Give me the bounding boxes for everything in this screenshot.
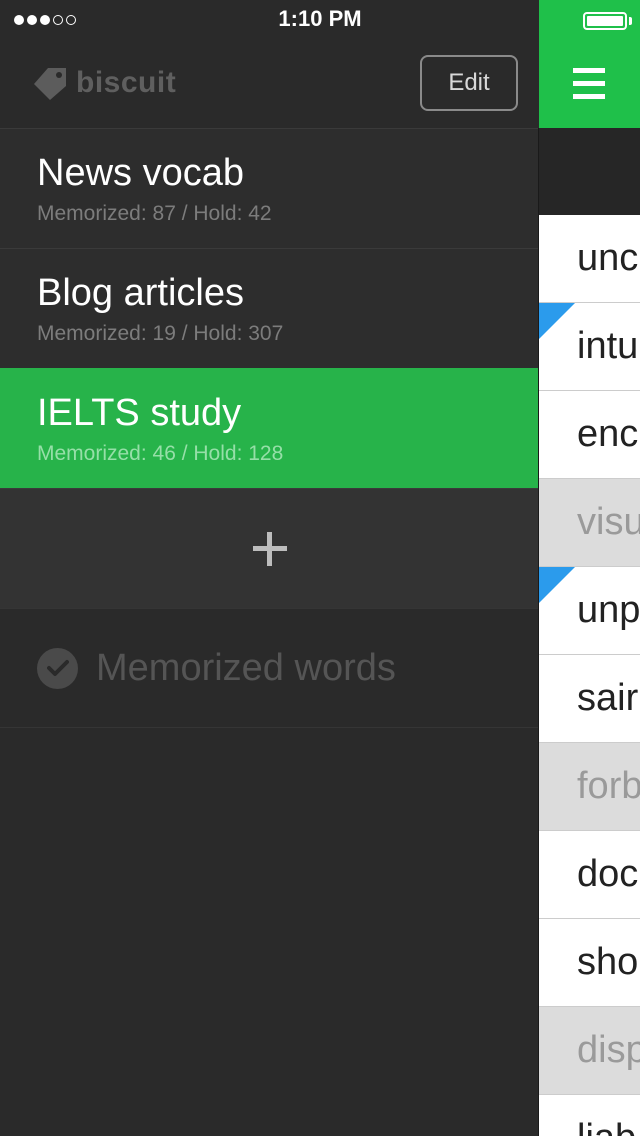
word-row[interactable]: forb (539, 743, 640, 831)
signal-dot (66, 15, 76, 25)
deck-name: News vocab (37, 152, 244, 194)
hamburger-menu-icon[interactable] (573, 68, 605, 100)
word-list: unc intu enc visu unp sair forb doc sho disp liab (539, 215, 640, 1136)
deck-stats: Memorized: 19 / Hold: 307 (37, 322, 284, 345)
check-circle-icon (37, 647, 78, 689)
main-content-peek[interactable]: unc intu enc visu unp sair forb doc sho disp liab (539, 0, 640, 1136)
word-text: visu (577, 501, 640, 543)
flag-corner-icon (539, 303, 575, 339)
flag-corner-icon (539, 567, 575, 603)
drawer-divider (538, 128, 539, 1136)
word-text: enc (577, 413, 639, 455)
word-row[interactable]: sair (539, 655, 640, 743)
word-text: sho (577, 941, 639, 983)
word-text: doc (577, 853, 639, 895)
word-text: unp (577, 589, 640, 631)
word-row[interactable]: unc (539, 215, 640, 303)
memorized-words-label: Memorized words (96, 646, 396, 689)
word-text: intu (577, 325, 639, 367)
plus-icon (252, 531, 287, 566)
battery-level (587, 16, 623, 26)
word-row[interactable]: enc (539, 391, 640, 479)
add-deck-button[interactable] (0, 488, 539, 608)
word-text: liab (577, 1117, 636, 1136)
deck-item-blog-articles[interactable]: Blog articles Memorized: 19 / Hold: 307 (0, 248, 539, 368)
logo-text: biscuit (76, 66, 177, 99)
signal-dot (27, 15, 37, 25)
deck-item-news-vocab[interactable]: News vocab Memorized: 87 / Hold: 42 (0, 128, 539, 248)
deck-item-ielts-study[interactable]: IELTS study Memorized: 46 / Hold: 128 (0, 368, 539, 488)
tag-icon (34, 66, 68, 100)
deck-name: IELTS study (37, 392, 242, 434)
word-text: sair (577, 677, 639, 719)
signal-dot (14, 15, 24, 25)
deck-stats: Memorized: 46 / Hold: 128 (37, 442, 284, 465)
word-text: unc (577, 237, 639, 279)
word-row[interactable]: intu (539, 303, 640, 391)
word-text: disp (577, 1029, 640, 1071)
word-row[interactable]: unp (539, 567, 640, 655)
edit-button[interactable]: Edit (420, 55, 518, 111)
toolbar (539, 128, 640, 215)
side-drawer: biscuit Edit News vocab Memorized: 87 / … (0, 0, 539, 1136)
word-row[interactable]: sho (539, 919, 640, 1007)
drawer-header: biscuit Edit (0, 40, 539, 128)
battery-nub (629, 17, 632, 25)
word-row[interactable]: liab (539, 1095, 640, 1136)
word-text: forb (577, 765, 640, 807)
top-nav-bar (539, 0, 640, 128)
word-row[interactable]: visu (539, 479, 640, 567)
deck-name: Blog articles (37, 272, 244, 314)
signal-dot (40, 15, 50, 25)
deck-list: News vocab Memorized: 87 / Hold: 42 Blog… (0, 128, 539, 728)
battery-icon (583, 12, 627, 30)
word-row[interactable]: doc (539, 831, 640, 919)
memorized-words-item[interactable]: Memorized words (0, 608, 539, 728)
word-row[interactable]: disp (539, 1007, 640, 1095)
signal-dot (53, 15, 63, 25)
app-logo: biscuit (34, 66, 176, 100)
deck-stats: Memorized: 87 / Hold: 42 (37, 202, 272, 225)
signal-strength-indicator (14, 12, 76, 28)
